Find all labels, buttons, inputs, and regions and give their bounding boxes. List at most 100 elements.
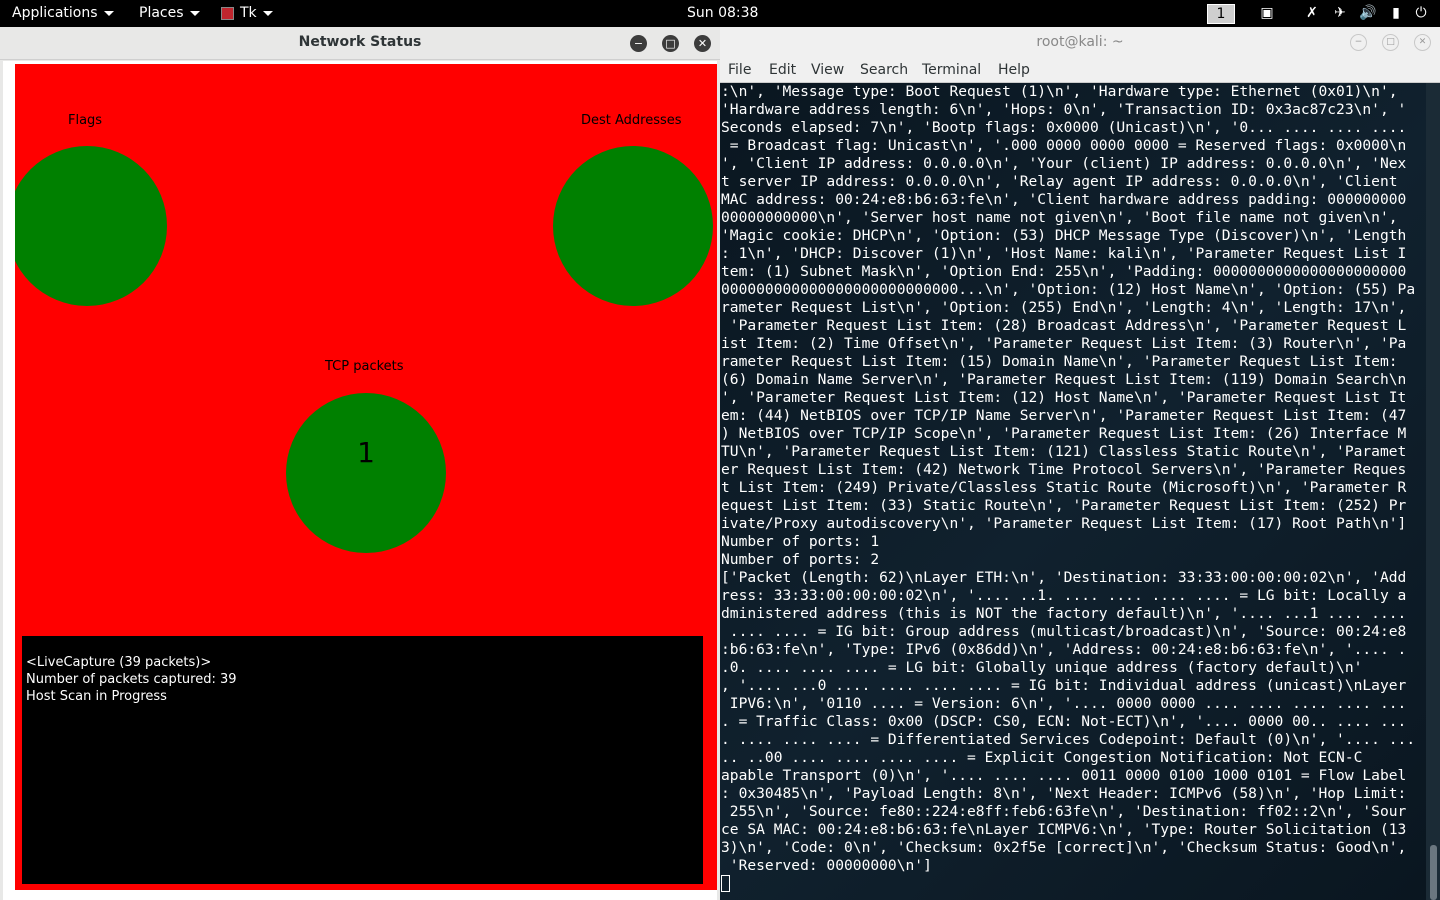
terminal-line: ivate/Proxy autodiscovery\n', 'Parameter…	[721, 515, 1407, 532]
window-titlebar[interactable]: Network Status − □ ✕	[0, 27, 720, 60]
top-panel: Applications Places Tk Sun 08:38 1 ▣ ✗ ✈…	[0, 0, 1440, 27]
terminal-line: 'Hardware address length: 6\n', 'Hops: 0…	[721, 101, 1407, 118]
terminal-prompt-line	[721, 875, 1426, 893]
terminal-line: (6) Domain Name Server\n', 'Parameter Re…	[721, 371, 1407, 388]
menu-search[interactable]: Search	[860, 62, 908, 78]
tk-app-menu[interactable]: Tk	[221, 5, 273, 21]
terminal-line: .0. .... .... .... = LG bit: Globally un…	[721, 659, 1363, 676]
menu-edit[interactable]: Edit	[769, 62, 796, 78]
terminal-line: IPV6:\n', '0110 .... = Version: 6\n', '.…	[721, 695, 1407, 712]
tk-label: Tk	[240, 5, 257, 21]
terminal-line: ce SA MAC: 00:24:e8:b6:63:fe\nLayer ICMP…	[721, 821, 1407, 838]
console-line: Number of packets captured: 39	[26, 672, 237, 687]
terminal-line: Number of ports: 1	[721, 533, 880, 550]
console-line: <LiveCapture (39 packets)>	[26, 655, 212, 670]
terminal-line: = Broadcast flag: Unicast\n', '.000 0000…	[721, 137, 1407, 154]
terminal-line: Seconds elapsed: 7\n', 'Bootp flags: 0x0…	[721, 119, 1407, 136]
tcp-packets-label: TCP packets	[325, 359, 404, 374]
terminal-line: dministered address (this is NOT the fac…	[721, 605, 1407, 622]
terminal-line: ) NetBIOS over TCP/IP Scope\n', 'Paramet…	[721, 425, 1407, 442]
canvas-frame: Flags Dest Addresses TCP packets 1 <Live…	[3, 61, 717, 900]
terminal-line: em: (44) NetBIOS over TCP/IP Name Server…	[721, 407, 1407, 424]
chevron-down-icon	[262, 10, 273, 16]
close-button[interactable]: ✕	[1414, 34, 1431, 51]
terminal-line: :\n', 'Message type: Boot Request (1)\n'…	[721, 83, 1398, 100]
menu-view[interactable]: View	[811, 62, 844, 78]
capture-console: <LiveCapture (39 packets)> Number of pac…	[22, 636, 703, 884]
terminal-line: rameter Request List\n', 'Option: (255) …	[721, 299, 1407, 316]
flags-label: Flags	[68, 113, 103, 128]
terminal-line: t List Item: (249) Private/Classless Sta…	[721, 479, 1407, 496]
network-status-window: Network Status − □ ✕ Flags Dest Addresse…	[0, 27, 720, 900]
terminal-line: MAC address: 00:24:e8:b6:63:fe\n', 'Clie…	[721, 191, 1407, 208]
terminal-line: ', 'Client IP address: 0.0.0.0\n', 'Your…	[721, 155, 1407, 172]
terminal-line: .. ..00 .... .... .... .... = Explicit C…	[721, 749, 1363, 766]
terminal-line: : 0x30485\n', 'Payload Length: 8\n', 'Ne…	[721, 785, 1407, 802]
chevron-down-icon	[189, 10, 200, 16]
places-label: Places	[139, 5, 184, 21]
scrollbar-thumb[interactable]	[1430, 845, 1437, 900]
tcp-packets-circle	[286, 393, 446, 553]
terminal-output[interactable]: :\n', 'Message type: Boot Request (1)\n'…	[720, 83, 1426, 900]
terminal-line: ress: 33:33:00:00:00:02\n', '.... ..1. .…	[721, 587, 1407, 604]
power-icon[interactable]: ⏻	[1412, 5, 1430, 22]
minimize-button[interactable]: −	[1350, 34, 1367, 51]
window-switcher-icon[interactable]: ▣	[1258, 5, 1276, 22]
terminal-line: ist Item: (2) Time Offset\n', 'Parameter…	[721, 335, 1407, 352]
terminal-line: apable Transport (0)\n', '.... .... ....…	[721, 767, 1407, 784]
menu-help[interactable]: Help	[998, 62, 1030, 78]
terminal-line: Number of ports: 2	[721, 551, 880, 568]
terminal-line: 'Parameter Request List Item: (28) Broad…	[721, 317, 1407, 334]
terminal-line: : 1\n', 'DHCP: Discover (1)\n', 'Host Na…	[721, 245, 1407, 262]
terminal-line: ', 'Parameter Request List Item: (12) Ho…	[721, 389, 1407, 406]
window-titlebar[interactable]: root@kali: ~ − □ ✕	[720, 27, 1440, 58]
terminal-line: 255\n', 'Source: fe80::224:e8ff:feb6:63f…	[721, 803, 1407, 820]
terminal-line: rameter Request List Item: (15) Domain N…	[721, 353, 1398, 370]
applications-menu[interactable]: Applications	[12, 5, 114, 21]
terminal-line: equest List Item: (33) Static Route\n', …	[721, 497, 1407, 514]
maximize-button[interactable]: □	[1382, 34, 1399, 51]
window-title: root@kali: ~	[1036, 34, 1124, 50]
terminal-line: 000000000000000000000000000...\n', 'Opti…	[721, 281, 1416, 298]
clock[interactable]: Sun 08:38	[687, 5, 758, 21]
clock-label: Sun 08:38	[687, 5, 759, 21]
terminal-line: .... .... = IG bit: Group address (multi…	[721, 623, 1407, 640]
applications-label: Applications	[12, 5, 98, 21]
minimize-button[interactable]: −	[630, 35, 647, 52]
window-title: Network Status	[298, 34, 422, 50]
terminal-line: 00000000000\n', 'Server host name not gi…	[721, 209, 1398, 226]
terminal-line: 3)\n', 'Code: 0\n', 'Checksum: 0x2f5e [c…	[721, 839, 1407, 856]
status-canvas: Flags Dest Addresses TCP packets 1 <Live…	[15, 64, 717, 890]
terminal-window: root@kali: ~ − □ ✕ File Edit View Search…	[720, 27, 1440, 900]
tcp-packets-count: 1	[357, 436, 375, 469]
workspace-indicator[interactable]: 1	[1207, 4, 1235, 24]
terminal-scrollbar[interactable]	[1426, 83, 1440, 900]
terminal-cursor	[721, 875, 730, 892]
maximize-button[interactable]: □	[662, 35, 679, 52]
dest-addresses-circle	[553, 146, 713, 306]
terminal-line: 'Magic cookie: DHCP\n', 'Option: (53) DH…	[721, 227, 1407, 244]
volume-icon[interactable]: 🔊	[1359, 5, 1377, 22]
terminal-text: :\n', 'Message type: Boot Request (1)\n'…	[721, 83, 1426, 893]
terminal-line: tem: (1) Subnet Mask\n', 'Option End: 25…	[721, 263, 1407, 280]
menu-terminal[interactable]: Terminal	[922, 62, 981, 78]
menu-file[interactable]: File	[728, 62, 751, 78]
terminal-menubar: File Edit View Search Terminal Help	[720, 58, 1440, 83]
chevron-down-icon	[103, 10, 114, 16]
terminal-line: . .... .... .... = Differentiated Servic…	[721, 731, 1416, 748]
terminal-line: ['Packet (Length: 62)\nLayer ETH:\n', 'D…	[721, 569, 1407, 586]
tk-app-icon	[221, 6, 234, 20]
terminal-line: , '.... ...0 .... .... .... .... = IG bi…	[721, 677, 1407, 694]
terminal-line: . = Traffic Class: 0x00 (DSCP: CS0, ECN:…	[721, 713, 1407, 730]
wifi-off-icon[interactable]: ✗	[1303, 5, 1321, 22]
terminal-line: er Request List Item: (42) Network Time …	[721, 461, 1407, 478]
battery-icon[interactable]: ▮	[1387, 5, 1405, 22]
close-button[interactable]: ✕	[694, 35, 711, 52]
terminal-line: 'Reserved: 00000000\n']	[721, 857, 932, 874]
terminal-line: TU\n', 'Parameter Request List Item: (12…	[721, 443, 1407, 460]
terminal-line: t server IP address: 0.0.0.0\n', 'Relay …	[721, 173, 1398, 190]
airplane-icon[interactable]: ✈	[1331, 5, 1349, 22]
terminal-line: :b6:63:fe\n', 'Type: IPv6 (0x86dd)\n', '…	[721, 641, 1407, 658]
flags-circle	[15, 146, 167, 306]
places-menu[interactable]: Places	[139, 5, 200, 21]
